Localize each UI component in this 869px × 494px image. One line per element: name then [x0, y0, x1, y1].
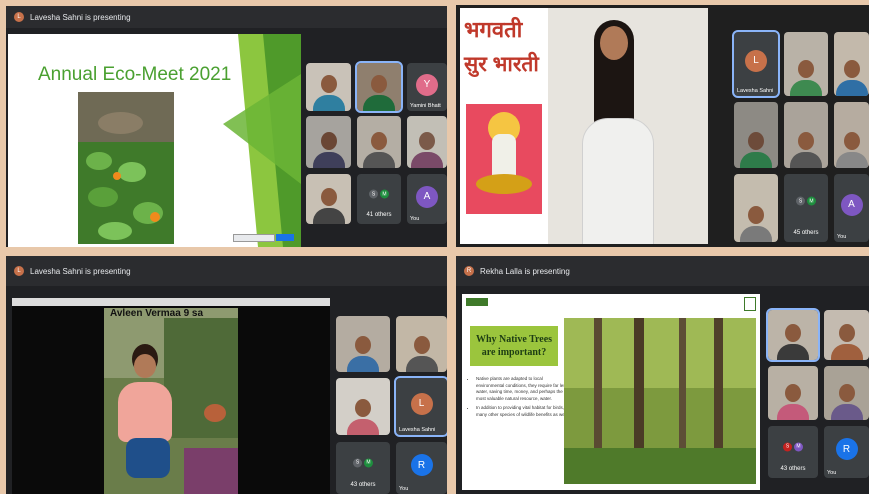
green-logo — [744, 297, 756, 311]
presenting-label: Lavesha Sahni is presenting — [30, 266, 131, 276]
participant-tile[interactable] — [768, 366, 818, 420]
participant-tile[interactable] — [824, 366, 869, 420]
avatar-initial: L — [745, 49, 767, 72]
meet-window-2: भगवती सुर भारती L Lavesha Sahni SM 45 ot… — [456, 5, 869, 247]
slide-photo — [78, 92, 174, 244]
participant-tile-lavesha[interactable]: L Lavesha Sahni — [394, 376, 447, 437]
bullet-item: In addition to providing vital habitat f… — [476, 405, 570, 418]
participant-name: Lavesha Sahni — [399, 427, 436, 433]
shared-slide: Annual Eco-Meet 2021 — [8, 34, 301, 247]
self-label: You — [827, 470, 837, 476]
participant-tile[interactable] — [834, 102, 869, 168]
avatar-initial: A — [416, 185, 438, 208]
avatar-initial: R — [410, 454, 433, 477]
avatar-initial: L — [410, 392, 433, 415]
others-count: 41 others — [366, 212, 392, 218]
avatar: R — [464, 266, 474, 276]
avatar-initial: A — [840, 193, 863, 216]
others-count: 43 others — [780, 466, 806, 472]
participant-tile[interactable] — [306, 116, 351, 168]
participant-tile[interactable] — [734, 174, 778, 242]
slide-bullets: Native plants are adapted to local envir… — [464, 376, 570, 418]
avatar-initial: S — [783, 442, 792, 452]
participant-tile-active[interactable] — [355, 61, 403, 113]
avatar: L — [14, 12, 24, 22]
participant-tile[interactable] — [336, 378, 390, 435]
avatar-initial: S — [353, 458, 362, 468]
self-label: You — [399, 486, 409, 492]
avatar-initial: Y — [416, 73, 438, 96]
speaker-video — [548, 8, 708, 244]
shared-slide: Why Native Trees are important? Native p… — [462, 294, 760, 490]
avatar-initial: M — [380, 189, 389, 199]
self-label: You — [837, 234, 847, 240]
meet-window-3: L Lavesha Sahni is presenting Avleen Ver… — [6, 256, 447, 494]
slide-blue-button[interactable] — [276, 234, 294, 241]
video-caption: Avleen Vermaa 9 sa — [110, 308, 204, 319]
others-tile[interactable]: SM 43 others — [768, 426, 818, 478]
presenting-bar: R Rekha Lalla is presenting — [456, 256, 869, 286]
participant-tile[interactable] — [824, 310, 869, 360]
school-logo — [466, 298, 488, 306]
presenting-label: Rekha Lalla is presenting — [480, 266, 570, 276]
participant-tile[interactable] — [784, 102, 828, 168]
participant-tile-lavesha[interactable]: L Lavesha Sahni — [732, 30, 780, 98]
self-tile[interactable]: R You — [396, 442, 447, 494]
participant-tile-yamini[interactable]: Y Yamini Bhatt — [407, 63, 447, 111]
self-tile[interactable]: R You — [824, 426, 869, 478]
avatar-initial: R — [835, 438, 858, 461]
self-tile[interactable]: A You — [407, 174, 447, 224]
participant-tile[interactable] — [784, 32, 828, 96]
others-tile[interactable]: SM 43 others — [336, 442, 390, 494]
avatar-initial: S — [369, 189, 378, 199]
participant-name: Lavesha Sahni — [737, 88, 774, 94]
bullet-item: Native plants are adapted to local envir… — [476, 376, 570, 402]
presenting-label: Lavesha Sahni is presenting — [30, 12, 131, 22]
participant-tile[interactable] — [336, 316, 390, 372]
presenting-bar: L Lavesha Sahni is presenting — [6, 6, 447, 28]
participant-tile[interactable] — [834, 32, 869, 96]
slide-input-bar[interactable] — [233, 234, 275, 242]
slide-title: Annual Eco-Meet 2021 — [38, 64, 232, 85]
others-tile[interactable]: SM 45 others — [784, 174, 828, 242]
participant-tile[interactable] — [306, 63, 351, 111]
avatar: L — [14, 266, 24, 276]
avatar-initial: M — [794, 442, 803, 452]
shared-video: Avleen Vermaa 9 sa — [12, 298, 330, 494]
participant-tile[interactable] — [734, 102, 778, 168]
others-tile[interactable]: SM 41 others — [357, 174, 401, 224]
participant-tile[interactable] — [306, 174, 351, 224]
self-label: You — [410, 216, 420, 222]
avatar-initial: M — [807, 196, 816, 206]
self-tile[interactable]: A You — [834, 174, 869, 242]
others-count: 45 others — [793, 230, 819, 236]
forest-photo — [564, 318, 756, 484]
slide-title-box: Why Native Trees are important? — [470, 326, 558, 366]
participant-tile[interactable] — [357, 116, 401, 168]
goddess-image — [466, 104, 542, 214]
others-count: 43 others — [350, 482, 376, 488]
meet-window-4: R Rekha Lalla is presenting Why Native T… — [456, 256, 869, 494]
video-frame — [104, 308, 238, 494]
poster: भगवती सुर भारती — [460, 8, 548, 244]
avatar-initial: M — [364, 458, 373, 468]
poster-title-line-2: सुर भारती — [464, 53, 539, 76]
participant-tile[interactable] — [766, 308, 820, 362]
poster-title-line-1: भगवती — [464, 17, 523, 42]
presenting-bar: L Lavesha Sahni is presenting — [6, 256, 447, 286]
participant-name: Yamini Bhatt — [410, 103, 441, 109]
participant-tile[interactable] — [396, 316, 447, 372]
slide-title: Why Native Trees are important? — [475, 334, 553, 358]
avatar-initial: S — [796, 196, 805, 206]
meet-window-1: L Lavesha Sahni is presenting Annual Eco… — [6, 6, 447, 247]
participant-tile[interactable] — [407, 116, 447, 168]
